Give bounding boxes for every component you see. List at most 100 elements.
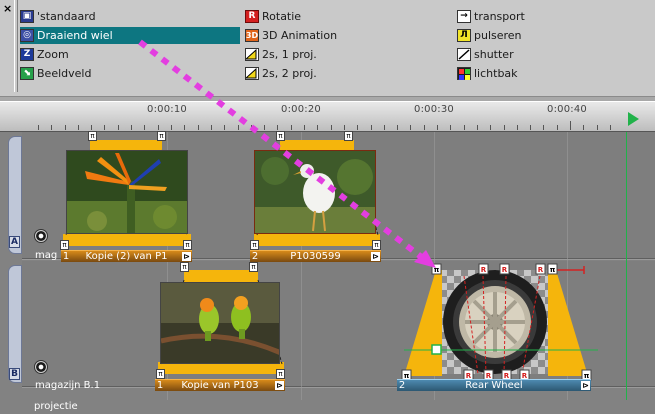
- keyframe-marker[interactable]: π: [276, 131, 285, 141]
- svg-text:R: R: [502, 266, 508, 274]
- effect-rotatie[interactable]: R Rotatie: [245, 8, 305, 25]
- pulse-icon: Л: [457, 29, 471, 42]
- effect-label: Draaiend wiel: [37, 29, 113, 42]
- keyframe-marker[interactable]: π: [276, 369, 285, 379]
- ruler-tick: [104, 125, 105, 130]
- clip-bar[interactable]: 2 P1030599 ⊳: [250, 250, 381, 262]
- shutter-icon: [457, 48, 471, 61]
- close-palette-button[interactable]: ×: [3, 2, 12, 15]
- ruler-tick: [344, 125, 345, 130]
- keyframe-marker[interactable]: π: [249, 262, 258, 272]
- rear-wheel-effect-preview[interactable]: π R R R π R R R R π π: [398, 262, 638, 390]
- ruler-tick: [384, 125, 385, 130]
- keyframe-marker[interactable]: π: [344, 131, 353, 141]
- keyframe-marker[interactable]: π: [157, 131, 166, 141]
- clip-end-handle[interactable]: ⊳: [275, 381, 284, 390]
- ruler-tick: [277, 125, 278, 130]
- effect-lichtbak[interactable]: lichtbak: [457, 65, 522, 82]
- ruler-tick: [357, 125, 358, 130]
- effect-zoom[interactable]: Z Zoom: [20, 46, 73, 63]
- zoom-icon: Z: [20, 48, 34, 61]
- keyframe-marker[interactable]: π: [60, 240, 69, 250]
- ruler-tick: [317, 125, 318, 130]
- track-a-settings-icon[interactable]: [34, 229, 48, 243]
- ruler-tick: [397, 125, 398, 130]
- track-a-letter: A: [9, 236, 20, 248]
- ruler-tick: [224, 125, 225, 130]
- ruler-tick: [424, 125, 425, 130]
- clip-thumbnail[interactable]: [160, 282, 280, 364]
- palette-grip[interactable]: [14, 0, 18, 92]
- clip-end-handle[interactable]: ⊳: [581, 381, 590, 390]
- effect-draaiend-wiel[interactable]: ◎ Draaiend wiel: [20, 27, 240, 44]
- effect-transport[interactable]: → transport: [457, 8, 529, 25]
- keyframe-marker[interactable]: π: [180, 262, 189, 272]
- clip-thumbnail[interactable]: [66, 150, 188, 234]
- clip-thumbnail[interactable]: [254, 150, 376, 234]
- effect-label: Rotatie: [262, 10, 302, 23]
- effect-label: 'standaard: [37, 10, 96, 23]
- clip-name: Kopie (2) van P1: [85, 251, 168, 262]
- clip-name: P1030599: [290, 251, 341, 262]
- keyframe-marker[interactable]: π: [372, 240, 381, 250]
- svg-text:R: R: [538, 266, 544, 274]
- effect-shutter[interactable]: shutter: [457, 46, 518, 63]
- clip-bar[interactable]: 1 Kopie van P103 ⊳: [155, 379, 285, 391]
- effect-2s-2-proj[interactable]: 2s, 2 proj.: [245, 65, 321, 82]
- one-projector-icon: [245, 48, 259, 61]
- effect-3d-animation[interactable]: 3D 3D Animation: [245, 27, 341, 44]
- ruler-tick: [144, 125, 145, 130]
- ruler-tick: [331, 125, 332, 130]
- ruler-label: 0:00:40: [547, 104, 587, 115]
- ruler-tick: [517, 125, 518, 130]
- clip-name: Kopie van P103: [181, 380, 259, 391]
- svg-text:π: π: [434, 266, 440, 274]
- clip-bar[interactable]: 1 Kopie (2) van P1 ⊳: [61, 250, 192, 262]
- clip-bar[interactable]: 2 Rear Wheel ⊳: [397, 379, 591, 391]
- ruler-tick: [51, 125, 52, 130]
- ruler-tick: [264, 125, 265, 130]
- effect-label: shutter: [474, 48, 514, 61]
- two-projector-icon: [245, 67, 259, 80]
- rotation-icon: R: [245, 10, 259, 23]
- clip-name: Rear Wheel: [465, 380, 523, 391]
- effect-standaard[interactable]: ▣ 'standaard: [20, 8, 100, 25]
- keyframe-marker[interactable]: π: [183, 240, 192, 250]
- effect-label: 2s, 1 proj.: [262, 48, 317, 61]
- track-b-header[interactable]: [8, 265, 22, 383]
- clip-number: 1: [62, 251, 70, 262]
- clip-end-handle[interactable]: ⊳: [371, 252, 380, 261]
- ruler-tick: [543, 125, 544, 130]
- ruler-tick: [198, 125, 199, 130]
- ruler-tick: [118, 125, 119, 130]
- effect-2s-1-proj[interactable]: 2s, 1 proj.: [245, 46, 321, 63]
- white-ibis-image: [255, 151, 375, 233]
- keyframe-marker[interactable]: π: [250, 240, 259, 250]
- effect-label: Zoom: [37, 48, 69, 61]
- projection-label: projectie: [34, 401, 78, 412]
- ruler-tick: [251, 125, 252, 130]
- play-position-icon[interactable]: [628, 112, 639, 126]
- image-field-icon: ⬊: [20, 67, 34, 80]
- time-ruler[interactable]: 0:00:10 0:00:20 0:00:30 0:00:40: [0, 101, 655, 132]
- effect-pulseren[interactable]: Л pulseren: [457, 27, 526, 44]
- ruler-tick: [38, 125, 39, 130]
- ruler-label: 0:00:20: [281, 104, 321, 115]
- effect-label: lichtbak: [474, 67, 518, 80]
- ruler-label: 0:00:30: [414, 104, 454, 115]
- ruler-tick: [291, 125, 292, 130]
- ruler-tick: [583, 125, 584, 130]
- track-b-settings-icon[interactable]: [34, 360, 48, 374]
- effect-beeldveld[interactable]: ⬊ Beeldveld: [20, 65, 95, 82]
- svg-text:R: R: [481, 266, 487, 274]
- clip-end-handle[interactable]: ⊳: [182, 252, 191, 261]
- clip-number: 2: [251, 251, 259, 262]
- effects-palette: × ▣ 'standaard ◎ Draaiend wiel Z Zoom ⬊ …: [0, 0, 655, 97]
- clip-number: 1: [156, 380, 164, 391]
- ruler-tick: [158, 125, 159, 130]
- keyframe-marker[interactable]: π: [156, 369, 165, 379]
- ruler-tick: [211, 125, 212, 130]
- ruler-tick: [371, 125, 372, 130]
- effect-label: Beeldveld: [37, 67, 92, 80]
- keyframe-marker[interactable]: π: [88, 131, 97, 141]
